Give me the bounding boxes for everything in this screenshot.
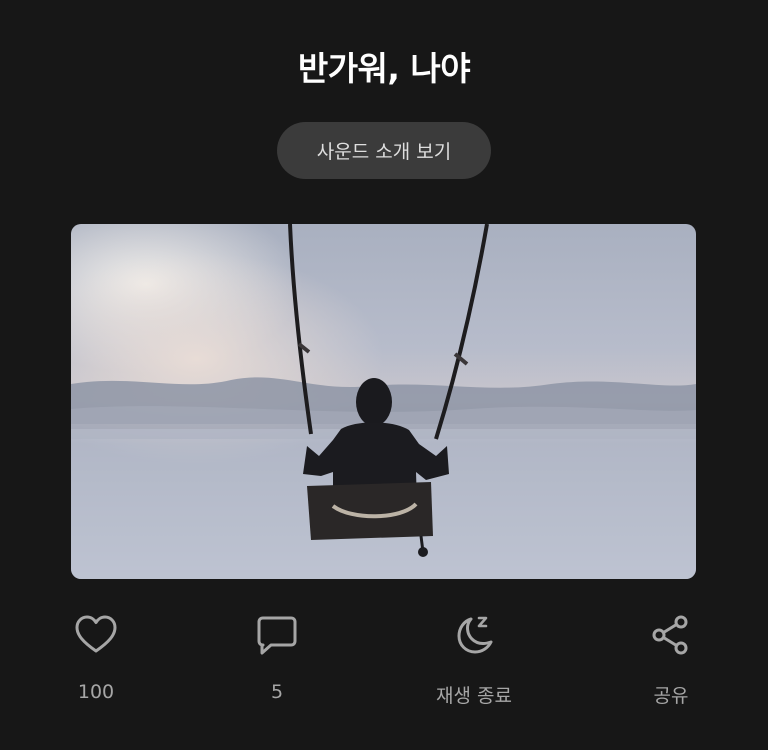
- sleep-timer-button[interactable]: 재생 종료: [399, 612, 549, 708]
- comment-bubble-icon: [257, 616, 297, 655]
- cover-image: [71, 224, 696, 579]
- share-button[interactable]: 공유: [596, 612, 746, 708]
- comment-count: 5: [270, 681, 284, 703]
- heart-icon: [75, 615, 117, 653]
- moon-sleep-icon: [457, 616, 493, 654]
- sleep-timer-label: 재생 종료: [436, 685, 512, 707]
- like-button[interactable]: 100: [21, 612, 171, 703]
- page-title: 반가워, 나야: [297, 49, 471, 88]
- like-count: 100: [77, 681, 115, 703]
- action-bar: 100 5 재생 종료 공유: [0, 612, 768, 722]
- share-icon: [652, 615, 688, 655]
- share-label: 공유: [653, 685, 689, 707]
- comment-button[interactable]: 5: [202, 612, 352, 703]
- sound-intro-button[interactable]: 사운드 소개 보기: [277, 122, 491, 179]
